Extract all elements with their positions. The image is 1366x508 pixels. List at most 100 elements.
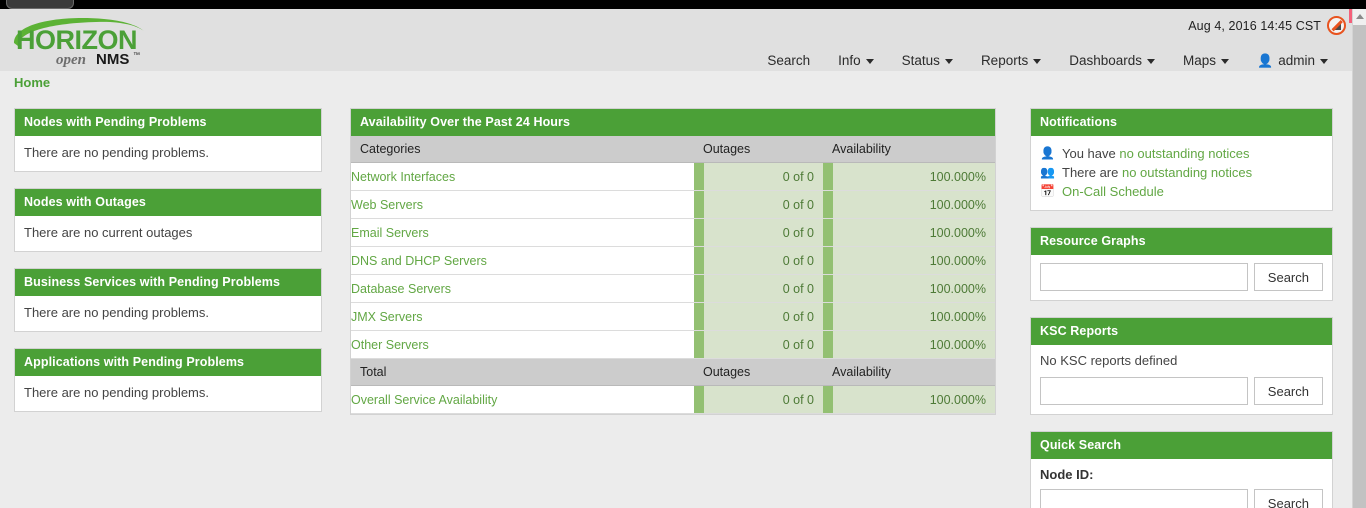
notification-link[interactable]: no outstanding notices [1119,146,1249,161]
chevron-down-icon [865,59,874,64]
panel-quick-search: Quick Search Node ID: Search [1030,431,1333,508]
category-link[interactable]: Network Interfaces [351,162,694,191]
nav-item-reports[interactable]: Reports [967,49,1055,72]
node-id-label: Node ID: [1040,467,1094,482]
browser-tab[interactable] [6,0,74,9]
nav-item-search[interactable]: Search [753,49,824,72]
table-row: Email Servers 0 of 0 100.000% [351,218,995,247]
nav-item-dashboards[interactable]: Dashboards [1055,49,1169,72]
category-link[interactable]: DNS and DHCP Servers [351,246,694,275]
table-row: Other Servers 0 of 0 100.000% [351,330,995,359]
user-icon: 👤 [1040,146,1055,160]
table-row: DNS and DHCP Servers 0 of 0 100.000% [351,246,995,275]
breadcrumb-item-home[interactable]: Home [14,75,50,90]
resource-graphs-search-button[interactable]: Search [1253,263,1323,291]
panel-business-services-with-pending-problems: Business Services with Pending Problems … [14,268,322,332]
outages-cell: 0 of 0 [694,218,823,247]
nav-label-reports: Reports [980,53,1029,68]
nav-label-status: Status [901,53,940,68]
notification-prefix: There are [1062,165,1122,180]
nav-item-info[interactable]: Info [824,49,888,72]
table-row: Web Servers 0 of 0 100.000% [351,190,995,219]
nav-item-admin[interactable]: 👤 admin [1243,49,1342,72]
ksc-reports-search-input[interactable] [1040,377,1248,405]
column-header-total: Total [351,358,694,386]
status-bar-icon [823,303,833,330]
panel-title: Nodes with Outages [15,189,321,216]
main-navigation: Search Info Status Reports Dashboards Ma… [753,49,1342,72]
outages-cell: 0 of 0 [694,190,823,219]
category-link[interactable]: Email Servers [351,218,694,247]
chevron-down-icon [944,59,953,64]
notification-row-personal: 👤 You have no outstanding notices [1040,144,1323,163]
availability-value: 100.000% [929,281,986,296]
page-header: HORIZON open NMS ™ Aug 4, 2016 14:45 CST… [0,9,1352,71]
column-header-categories: Categories [351,136,694,163]
node-id-input[interactable] [1040,489,1248,508]
resource-graphs-search-input[interactable] [1040,263,1248,291]
outages-value: 0 of 0 [782,392,814,407]
availability-value: 100.000% [929,197,986,212]
opennms-dashboard: HORIZON open NMS ™ Aug 4, 2016 14:45 CST… [0,0,1366,508]
availability-value: 100.000% [929,169,986,184]
ksc-reports-message: No KSC reports defined [1040,353,1178,368]
category-link[interactable]: JMX Servers [351,302,694,331]
availability-cell: 100.000% [823,302,995,331]
nav-label-maps: Maps [1183,53,1217,68]
nav-label-dashboards: Dashboards [1069,53,1143,68]
no-notifications-icon[interactable] [1327,16,1346,35]
outages-cell: 0 of 0 [694,302,823,331]
column-header-outages: Outages [694,136,823,163]
status-bar-icon [694,303,704,330]
outages-value: 0 of 0 [782,253,814,268]
status-bar-icon [694,191,704,218]
chevron-down-icon [1320,59,1328,64]
panel-message: There are no pending problems. [24,385,210,400]
outages-value: 0 of 0 [782,197,814,212]
logo-graphic: HORIZON open NMS ™ [14,18,144,68]
group-icon: 👥 [1040,165,1055,179]
panel-resource-graphs: Resource Graphs Search [1030,227,1333,301]
scrollbar-thumb[interactable] [1353,25,1366,508]
user-icon: 👤 [1257,53,1274,68]
panel-title: Availability Over the Past 24 Hours [351,109,995,136]
availability-cell: 100.000% [823,218,995,247]
quick-search-button[interactable]: Search [1253,489,1323,508]
table-row: Overall Service Availability 0 of 0 100.… [351,385,995,414]
notification-text: There are no outstanding notices [1062,164,1252,181]
center-column: Availability Over the Past 24 Hours Cate… [350,108,996,415]
vertical-scrollbar[interactable] [1352,9,1366,508]
outages-value: 0 of 0 [782,169,814,184]
status-bar-icon [823,386,833,413]
notification-link[interactable]: no outstanding notices [1122,165,1252,180]
status-bar-icon [823,219,833,246]
notifications-list: 👤 You have no outstanding notices 👥 Ther… [1031,136,1332,210]
right-column: Notifications 👤 You have no outstanding … [1030,108,1333,508]
status-bar-icon [823,331,833,358]
category-link[interactable]: Overall Service Availability [351,385,694,414]
resource-graphs-body: Search [1031,255,1332,300]
nav-label-search: Search [767,53,811,68]
ksc-reports-search-button[interactable]: Search [1253,377,1323,405]
nav-item-maps[interactable]: Maps [1169,49,1243,72]
status-bar-icon [823,275,833,302]
status-bar-icon [694,163,704,190]
scroll-up-arrow-icon[interactable] [1353,9,1366,24]
outages-cell: 0 of 0 [694,385,823,414]
panel-title: Notifications [1031,109,1332,136]
category-link[interactable]: Web Servers [351,190,694,219]
notification-prefix: You have [1062,146,1120,161]
calendar-icon: 📅 [1040,184,1055,198]
outages-value: 0 of 0 [782,309,814,324]
opennms-horizon-logo[interactable]: HORIZON open NMS ™ [8,13,158,68]
status-bar-icon [823,191,833,218]
nav-item-status[interactable]: Status [888,49,967,72]
browser-chrome-strip [0,0,1366,9]
notification-link[interactable]: On-Call Schedule [1062,184,1164,199]
panel-message: There are no pending problems. [24,305,210,320]
category-link[interactable]: Other Servers [351,330,694,359]
panel-nodes-with-pending-problems: Nodes with Pending Problems There are no… [14,108,322,172]
svg-text:NMS: NMS [96,51,129,68]
category-link[interactable]: Database Servers [351,274,694,303]
availability-cell: 100.000% [823,162,995,191]
